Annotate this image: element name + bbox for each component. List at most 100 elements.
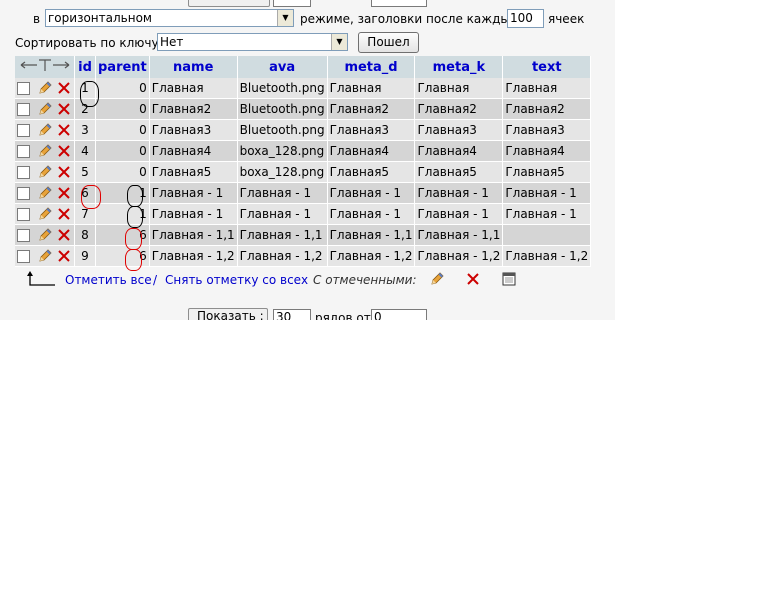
arrow-icon [27,271,55,286]
delete-x-icon[interactable] [56,164,72,180]
annotation-circle [127,206,143,228]
row-checkbox[interactable] [17,207,30,221]
annotation-circle [80,81,99,107]
chevron-down-icon: ▼ [331,34,347,50]
delete-x-icon[interactable] [465,271,481,290]
delete-x-icon[interactable] [56,143,72,159]
row-checkbox[interactable] [17,165,30,179]
pencil-icon[interactable] [37,101,53,117]
cell-meta-d: Главная4 [327,140,416,162]
cell-text [502,224,592,246]
pencil-icon[interactable] [429,271,445,290]
table-row: 5 0 Главная5 boxa_128.png Главная5 Главная5 Гл… [15,161,592,183]
table-row: 1 0 Главная Bluetooth.png Главная Главная Глав… [15,78,592,99]
cell-name: Главная - 1,1 [149,224,238,246]
cell-meta-d: Главная2 [327,98,416,120]
delete-x-icon[interactable] [56,227,72,243]
go-button[interactable]: Пошел [358,32,419,53]
cell-meta-d: Главная - 1,2 [327,245,416,267]
cell-ava: Bluetooth.png [237,78,328,99]
table-row: 6 1 Главная - 1 Главная - 1 Главная - 1 Главн… [15,182,592,204]
pencil-icon[interactable] [37,164,53,180]
cell-text: Главная5 [502,161,592,183]
cell-name: Главная3 [149,119,238,141]
uncheck-all-link[interactable]: Снять отметку со всех [165,273,308,287]
bottom-show-button[interactable]: Показать : [188,308,268,320]
cell-name: Главная4 [149,140,238,162]
delete-x-icon[interactable] [56,122,72,138]
column-header-ava[interactable]: ava [237,56,328,78]
pencil-icon[interactable] [37,143,53,159]
repeat-headers-input[interactable]: 100 [507,9,544,28]
cell-ava: Главная - 1 [237,203,328,225]
cell-meta-k: Главная2 [414,98,504,120]
bottom-from-input[interactable]: 0 [371,309,427,320]
table-row: 3 0 Главная3 Bluetooth.png Главная3 Главная3 Г… [15,119,592,141]
cell-id: 9 [74,245,96,267]
cell-meta-k: Главная - 1 [414,182,504,204]
top-rows-input[interactable] [273,0,311,7]
pencil-icon[interactable] [37,227,53,243]
cell-name: Главная - 1 [149,182,238,204]
row-checkbox[interactable] [17,144,30,158]
mode-select[interactable]: горизонтальном ▼ [45,9,294,27]
table-row: 2 0 Главная2 Bluetooth.png Главная2 Главная2 Г… [15,98,592,120]
export-icon[interactable] [501,271,517,290]
cell-meta-k: Главная - 1,1 [414,224,504,246]
row-checkbox[interactable] [17,186,30,200]
column-header-meta-d[interactable]: meta_d [327,56,416,78]
cell-name: Главная2 [149,98,238,120]
row-checkbox[interactable] [17,102,30,116]
sort-label: Сортировать по ключу: [15,36,163,50]
cells-label: ячеек [548,12,585,26]
cell-text: Главная - 1 [502,203,592,225]
cell-text: Главная - 1 [502,182,592,204]
delete-x-icon[interactable] [56,80,72,96]
delete-x-icon[interactable] [56,185,72,201]
delete-x-icon[interactable] [56,206,72,222]
pencil-icon[interactable] [37,80,53,96]
cell-text: Главная2 [502,98,592,120]
row-actions [15,119,75,141]
column-header-text[interactable]: text [502,56,592,78]
cell-parent: 0 [95,161,150,183]
annotation-circle [81,185,101,209]
bottom-rows-input[interactable]: 30 [273,309,311,320]
column-header-meta-k[interactable]: meta_k [414,56,504,78]
cell-meta-d: Главная - 1,1 [327,224,416,246]
annotation-circle [125,228,142,250]
chevron-down-icon: ▼ [277,10,293,26]
pencil-icon[interactable] [37,206,53,222]
delete-x-icon[interactable] [56,248,72,264]
cell-meta-k: Главная - 1,2 [414,245,504,267]
cell-meta-d: Главная5 [327,161,416,183]
cell-ava: boxa_128.png [237,140,328,162]
column-header-name[interactable]: name [149,56,238,78]
check-all-link[interactable]: Отметить все [65,273,152,287]
cell-ava: Bluetooth.png [237,119,328,141]
delete-x-icon[interactable] [56,101,72,117]
sort-select[interactable]: Нет ▼ [157,33,348,51]
pencil-icon[interactable] [37,122,53,138]
top-from-input[interactable] [371,0,427,7]
cell-name: Главная - 1 [149,203,238,225]
with-selected-label: С отмеченными: [313,273,417,287]
cell-text: Главная - 1,2 [502,245,592,267]
table-row: 7 1 Главная - 1 Главная - 1 Главная - 1 Главн… [15,203,592,225]
row-actions [15,224,75,246]
row-checkbox[interactable] [17,249,30,263]
row-checkbox[interactable] [17,228,30,242]
row-actions [15,140,75,162]
pencil-icon[interactable] [37,248,53,264]
row-checkbox[interactable] [17,123,30,137]
pencil-icon[interactable] [37,185,53,201]
row-actions [15,78,75,99]
table-row: 8 6 Главная - 1,1 Главная - 1,1 Главная - 1,… [15,224,592,246]
row-checkbox[interactable] [17,81,30,95]
top-show-button[interactable] [188,0,270,7]
cell-meta-d: Главная - 1 [327,203,416,225]
column-resize-arrows[interactable] [15,56,75,78]
cell-name: Главная [149,78,238,99]
column-header-id[interactable]: id [74,56,96,78]
column-header-parent[interactable]: parent [95,56,150,78]
